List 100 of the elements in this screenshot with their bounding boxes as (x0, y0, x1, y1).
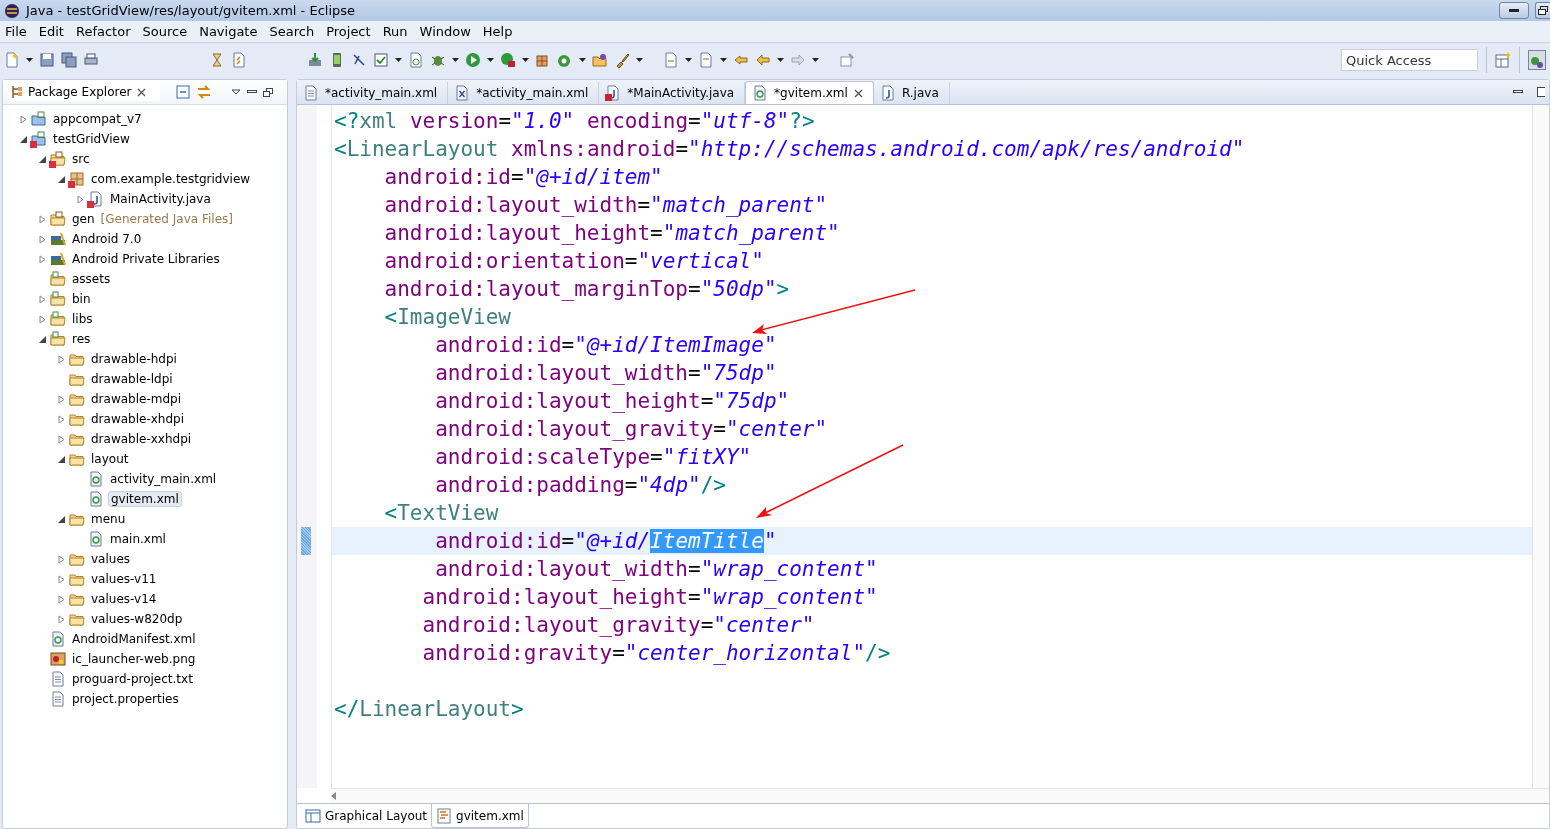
horizontal-scrollbar[interactable] (331, 788, 1549, 803)
open-perspective-icon[interactable] (1495, 52, 1511, 68)
menubar-entry[interactable]: Navigate (194, 24, 265, 39)
expand-arrow-icon[interactable] (57, 414, 66, 424)
package-explorer-tab[interactable]: Package Explorer (9, 83, 160, 101)
quick-access-field[interactable]: Quick Access (1341, 49, 1478, 71)
tree-item[interactable]: drawable-xxhdpi (89, 431, 194, 447)
expand-arrow-icon[interactable] (57, 434, 66, 444)
tree-item[interactable]: proguard-project.txt (70, 671, 195, 687)
tree-item[interactable]: MainActivity.java (108, 191, 213, 207)
menubar-entry[interactable]: Edit (33, 24, 71, 39)
scroll-left-icon[interactable] (331, 792, 337, 800)
editor-mode-tab[interactable]: gvitem.xml (431, 804, 529, 828)
menubar-entry[interactable]: File (0, 24, 34, 39)
menubar-entry[interactable]: Run (377, 24, 415, 39)
new-class-icon[interactable] (408, 52, 424, 68)
editor-tab[interactable]: *MainActivity.java (599, 82, 746, 104)
expand-arrow-icon[interactable] (38, 294, 47, 304)
tree-item[interactable]: main.xml (108, 531, 168, 547)
tree-item[interactable]: testGridView (51, 131, 132, 147)
minimize-icon[interactable] (247, 90, 257, 94)
menubar-entry[interactable]: Source (137, 24, 195, 39)
tree-item[interactable]: bin (70, 291, 93, 307)
expand-arrow-icon[interactable] (38, 314, 47, 324)
collapse-arrow-icon[interactable] (57, 454, 66, 464)
perspective-icon[interactable] (1528, 50, 1546, 70)
dropdown-caret-icon[interactable] (26, 58, 33, 62)
menubar-entry[interactable]: Search (264, 24, 322, 39)
maximize-icon[interactable] (1537, 87, 1545, 97)
tree-item[interactable]: appcompat_v7 (51, 111, 144, 127)
back-icon[interactable] (755, 52, 771, 68)
minimize-button[interactable] (1499, 2, 1529, 19)
tree-item[interactable]: assets (70, 271, 113, 287)
expand-arrow-icon[interactable] (57, 574, 66, 584)
collapse-all-icon[interactable] (175, 85, 190, 99)
tree-item[interactable]: values (89, 551, 133, 567)
expand-arrow-icon[interactable] (57, 354, 66, 364)
save-icon[interactable] (39, 52, 55, 68)
editor-tab[interactable]: *activity_main.xml (297, 82, 449, 104)
dropdown-caret-icon[interactable] (812, 58, 819, 62)
editor-tab[interactable]: R.java (873, 82, 950, 104)
document-arrows-icon[interactable] (231, 52, 247, 68)
next-annotation-icon[interactable] (663, 52, 679, 68)
editor-tab[interactable]: *gvitem.xml (745, 81, 874, 104)
close-icon[interactable] (853, 88, 863, 98)
expand-arrow-icon[interactable] (38, 234, 47, 244)
menubar-entry[interactable]: Refactor (70, 24, 138, 39)
tree-item[interactable]: AndroidManifest.xml (70, 631, 198, 647)
editor-tab[interactable]: *activity_main.xml (448, 82, 600, 104)
download-icon[interactable] (307, 52, 323, 68)
tree-item[interactable]: res (70, 331, 93, 347)
restore-button[interactable] (1535, 2, 1550, 19)
minimize-icon[interactable] (1513, 90, 1523, 94)
print-icon[interactable] (83, 52, 99, 68)
tree-item[interactable]: com.example.testgridview (89, 171, 253, 187)
dropdown-caret-icon[interactable] (720, 58, 727, 62)
grid-star-icon[interactable] (535, 52, 551, 68)
tree-item[interactable]: gen (70, 211, 97, 227)
menubar-entry[interactable]: Window (414, 24, 478, 39)
previous-annotation-icon[interactable] (698, 52, 714, 68)
dropdown-caret-icon[interactable] (395, 58, 402, 62)
maximize-icon[interactable] (263, 87, 273, 97)
close-icon[interactable] (136, 87, 146, 97)
tree-item[interactable]: activity_main.xml (108, 471, 219, 487)
open-folder-icon[interactable] (592, 52, 608, 68)
external-tools-icon[interactable] (500, 52, 516, 68)
dropdown-caret-icon[interactable] (579, 58, 586, 62)
checkbox-icon[interactable] (373, 52, 389, 68)
last-edit-icon[interactable] (733, 52, 749, 68)
tree-item[interactable]: menu (89, 511, 128, 527)
run-icon[interactable] (465, 52, 481, 68)
editor-mode-tab[interactable]: Graphical Layout (301, 804, 432, 828)
dropdown-caret-icon[interactable] (452, 58, 459, 62)
tree-item[interactable]: Android 7.0 (70, 231, 144, 247)
expand-arrow-icon[interactable] (57, 554, 66, 564)
menubar-entry[interactable]: Help (477, 24, 520, 39)
expand-arrow-icon[interactable] (38, 254, 47, 264)
tree-item[interactable]: values-v14 (89, 591, 159, 607)
expand-arrow-icon[interactable] (57, 394, 66, 404)
tree-item[interactable]: drawable-ldpi (89, 371, 175, 387)
dropdown-caret-icon[interactable] (685, 58, 692, 62)
view-menu-icon[interactable] (231, 89, 241, 95)
tree-item[interactable]: Android Private Libraries (70, 251, 222, 267)
dropdown-caret-icon[interactable] (487, 58, 494, 62)
hourglass-icon[interactable] (209, 52, 225, 68)
vertical-scrollbar[interactable] (1532, 105, 1549, 788)
tree-item[interactable]: libs (70, 311, 95, 327)
expand-arrow-icon[interactable] (57, 614, 66, 624)
expand-arrow-icon[interactable] (57, 594, 66, 604)
tree-item[interactable]: project.properties (70, 691, 181, 707)
tree-item[interactable]: drawable-mdpi (89, 391, 183, 407)
tree-item[interactable]: drawable-xhdpi (89, 411, 186, 427)
collapse-arrow-icon[interactable] (57, 514, 66, 524)
expand-arrow-icon[interactable] (38, 214, 47, 224)
dropdown-caret-icon[interactable] (522, 58, 529, 62)
new-package-icon[interactable] (557, 52, 573, 68)
dropdown-caret-icon[interactable] (777, 58, 784, 62)
tree-item[interactable]: layout (89, 451, 131, 467)
brush-icon[interactable] (614, 52, 630, 68)
tree-item[interactable]: gvitem.xml (108, 491, 182, 507)
